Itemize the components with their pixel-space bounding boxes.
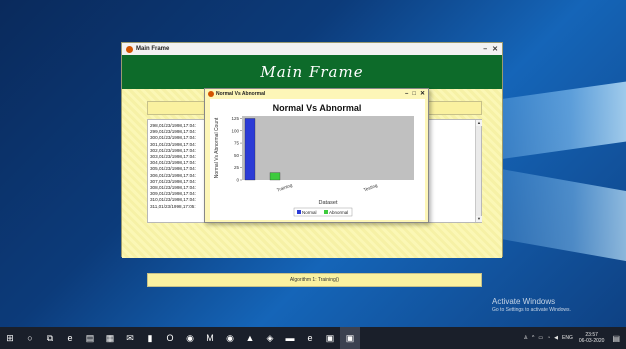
system-tray: ♙ ^ ▭ ◔ ◀ ENG 23:57 06-03-2020 ▤ — [520, 327, 620, 349]
language-indicator[interactable]: ENG — [562, 335, 573, 341]
watermark-subtitle: Go to Settings to activate Windows. — [492, 307, 571, 313]
chart-dialog-titlebar[interactable]: Normal Vs Abnormal – □ ✕ — [205, 89, 428, 98]
chrome-icon-2[interactable]: ◉ — [220, 327, 240, 349]
main-frame-titlebar[interactable]: Main Frame – ✕ — [122, 43, 502, 55]
dialog-title: Normal Vs Abnormal — [216, 90, 266, 97]
paint-icon[interactable]: ▲ — [240, 327, 260, 349]
log-scrollbar[interactable]: ▲ ▼ — [475, 120, 482, 222]
y-axis-label: Normal Vs Abnormal Count — [214, 117, 220, 178]
java-app-icon[interactable]: ▣ — [340, 327, 360, 349]
chart-panel: Normal Vs Abnormal 0 25 50 75 100 125 Normal Vs… — [210, 99, 425, 220]
java-app-icon — [126, 45, 133, 53]
close-button[interactable]: ✕ — [492, 45, 498, 53]
mcafee-icon[interactable]: M — [200, 327, 220, 349]
log-line: 311,01/23/1998,17:05: — [150, 203, 196, 209]
y-tick-label: 100 — [231, 128, 239, 133]
activate-windows-watermark: Activate Windows Go to Settings to activ… — [492, 297, 571, 313]
bar-abnormal-training — [269, 172, 281, 181]
mail-icon[interactable]: ✉ — [120, 327, 140, 349]
edge-icon-2[interactable]: e — [300, 327, 320, 349]
log-lines: 298,01/23/1998,17:04: 299,01/23/1998,17:0… — [150, 123, 196, 210]
y-tick-label: 125 — [231, 116, 239, 121]
clock[interactable]: 23:57 06-03-2020 — [579, 332, 605, 344]
log-line: 300,01/23/1998,17:04: — [150, 135, 196, 141]
close-button[interactable]: ✕ — [420, 90, 425, 97]
app-icon[interactable]: ▣ — [320, 327, 340, 349]
status-text: Algorithm 1: Training() — [289, 277, 340, 283]
legend-label-normal: Normal — [302, 210, 317, 215]
minimize-button[interactable]: – — [483, 46, 487, 53]
legend-label-abnormal: Abnormal — [329, 210, 348, 215]
maximize-button[interactable]: □ — [412, 91, 416, 97]
task-view-icon[interactable]: ⧉ — [40, 327, 60, 349]
y-tick-label: 50 — [234, 153, 240, 158]
bar-chart: Normal Vs Abnormal 0 25 50 75 100 125 Normal Vs… — [214, 103, 414, 217]
files-icon[interactable]: ▮ — [140, 327, 160, 349]
x-tick-label: Testing — [363, 183, 379, 193]
window-title: Main Frame — [136, 46, 170, 52]
edge-icon[interactable]: e — [60, 327, 80, 349]
media-icon[interactable]: ▬ — [280, 327, 300, 349]
opera-icon[interactable]: O — [160, 327, 180, 349]
x-tick-label: Training — [276, 182, 293, 192]
main-frame-header: Main Frame — [122, 55, 502, 89]
legend-swatch-abnormal — [324, 210, 328, 214]
notification-icon[interactable]: ▤ — [612, 334, 620, 343]
search-icon[interactable]: ○ — [20, 327, 40, 349]
minimize-button[interactable]: – — [405, 91, 408, 97]
chart-dialog-window: Normal Vs Abnormal – □ ✕ Normal Vs Abnor… — [204, 88, 429, 223]
y-tick-label: 0 — [236, 178, 239, 183]
log-line: 305,01/23/1998,17:04: — [150, 166, 196, 172]
volume-icon[interactable]: ◀ — [554, 335, 558, 341]
scroll-down-icon[interactable]: ▼ — [476, 216, 482, 222]
java-app-icon — [208, 90, 214, 97]
windows-start-icon[interactable]: ⊞ — [0, 327, 20, 349]
log-line: 301,01/23/1998,17:04: — [150, 141, 196, 147]
photos-icon[interactable]: ▦ — [100, 327, 120, 349]
log-line: 310,01/23/1998,17:04: — [150, 197, 196, 203]
plot-area — [242, 116, 414, 180]
taskbar: ⊞ ○ ⧉ e ▤ ▦ ✉ ▮ O ◉ M ◉ ▲ ◈ ▬ e ▣ ▣ ♙ ^ ▭ ◔ ◀ ENG 23:57 0… — [0, 327, 626, 349]
x-axis-label: Dataset — [319, 200, 338, 206]
scroll-up-icon[interactable]: ▲ — [476, 120, 482, 126]
status-bar: Algorithm 1: Training() — [147, 273, 482, 287]
bar-normal-training — [244, 118, 256, 181]
y-tick-label: 75 — [234, 141, 240, 146]
chevron-up-icon[interactable]: ^ — [532, 335, 534, 341]
chrome-icon[interactable]: ◉ — [180, 327, 200, 349]
people-icon[interactable]: ♙ — [524, 335, 528, 341]
network-icon[interactable]: ▭ — [538, 335, 543, 341]
log-line: 306,01/23/1998,17:04: — [150, 172, 196, 178]
chart-title: Normal Vs Abnormal — [273, 103, 362, 113]
store-icon[interactable]: ▤ — [80, 327, 100, 349]
vm-icon[interactable]: ◈ — [260, 327, 280, 349]
legend-swatch-normal — [297, 210, 301, 214]
watermark-title: Activate Windows — [492, 297, 556, 306]
clock-date: 06-03-2020 — [578, 338, 605, 344]
wifi-icon[interactable]: ◔ — [547, 335, 550, 341]
y-tick-label: 25 — [234, 165, 240, 170]
